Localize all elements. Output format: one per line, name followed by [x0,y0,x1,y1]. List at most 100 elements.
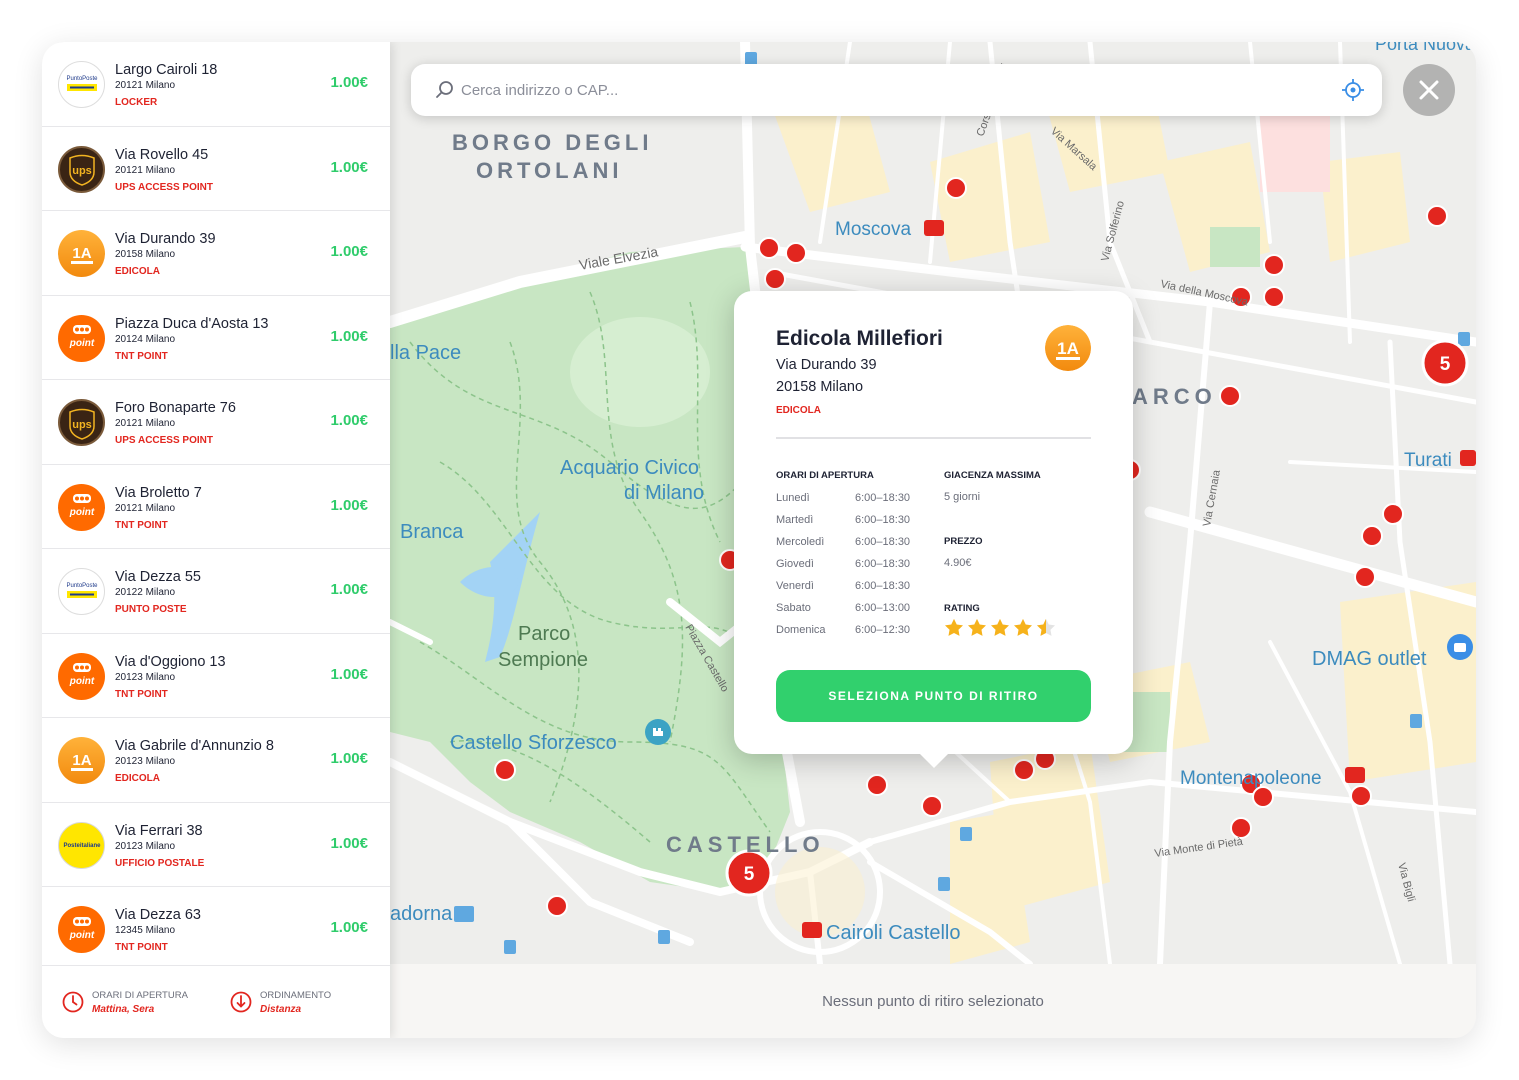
poste-logo: PuntoPoste [58,568,105,615]
storage-heading: GIACENZA MASSIMA [944,470,1041,481]
tnt-logo: point [58,652,105,700]
list-item[interactable]: PuntoPoste Via Dezza 55 20122 Milano PUNTO … [42,549,390,634]
svg-text:point: point [68,930,94,941]
item-price: 1.00€ [330,243,368,260]
hours-value: 6:00–18:30 [855,558,911,570]
pickup-points-list: PuntoPoste Largo Cairoli 18 20121 Milano LO… [42,42,390,1038]
selection-status-bar: Nessun punto di ritiro selezionato [390,964,1476,1038]
item-price: 1.00€ [330,919,368,936]
svg-text:Porta Nuova: Porta Nuova [1375,42,1476,54]
svg-text:ups: ups [72,165,92,177]
sort-label: ORDINAMENTO [260,990,332,1001]
list-item[interactable]: point Via Broletto 7 20121 Milano TNT POINT… [42,465,390,549]
item-type: UPS ACCESS POINT [115,435,213,446]
tnt-logo: point [58,906,105,953]
pickup-point-picker: 5 5 BORGO DEGLI ORTOLANI Moscova Viale E… [42,42,1476,1038]
cluster-marker[interactable]: 5 [1421,339,1469,387]
item-type: TNT POINT [115,942,168,953]
list-item[interactable]: point Piazza Duca d'Aosta 13 20124 Milano T… [42,296,390,380]
item-price: 1.00€ [330,834,368,852]
search-bar [411,64,1382,116]
item-address: Via d'Oggiono 13 [115,653,226,670]
poste-logo: PuntoPoste [58,61,105,108]
list-item[interactable]: 1A Via Durando 39 20158 Milano EDICOLA 1.00€ [42,211,390,296]
item-city: 20158 Milano [115,249,176,260]
list-item[interactable]: 1A Via Gabrile d'Annunzio 8 20123 Milano ED… [42,718,390,803]
svg-text:ups: ups [72,419,92,431]
item-city: 20123 Milano [115,840,176,852]
svg-text:Sempione: Sempione [498,649,588,671]
list-item[interactable]: Posteitaliane Via Ferrari 38 20123 Milano U… [42,803,390,887]
popup-address: Via Durando 39 [776,357,877,373]
day-label: Martedì [776,514,814,526]
item-city: 20122 Milano [115,587,176,598]
select-pickup-point-button[interactable]: SELEZIONA PUNTO DI RITIRO [776,670,1091,722]
search-input[interactable] [461,76,1321,104]
edicola-logo: 1A [58,230,105,277]
filter-value: Mattina, Sera [92,1004,155,1015]
svg-text:Turati: Turati [1404,450,1452,471]
list-footer: ORARI DI APERTURA Mattina, Sera ORDINAME… [42,965,390,1038]
item-address: Largo Cairoli 18 [115,62,218,78]
item-city: 20121 Milano [115,164,176,176]
svg-text:PuntoPoste: PuntoPoste [66,583,98,589]
svg-text:5: 5 [1440,354,1451,375]
item-type: UFFICIO POSTALE [115,857,205,869]
ups-logo: ups [58,145,105,193]
svg-text:DMAG outlet: DMAG outlet [1312,648,1427,670]
list-item[interactable]: ups Foro Bonaparte 76 20121 Milano UPS ACCE… [42,380,390,465]
ups-logo: ups [58,399,105,446]
svg-text:ARCO: ARCO [1132,384,1217,409]
castle-pin-icon [645,719,671,745]
svg-text:1A: 1A [72,752,91,769]
item-type: LOCKER [115,97,158,108]
filter-label: ORARI DI APERTURA [92,990,188,1001]
item-address: Piazza Duca d'Aosta 13 [115,315,269,332]
list-item[interactable]: PuntoPoste Largo Cairoli 18 20121 Milano LO… [42,42,390,127]
item-city: 12345 Milano [115,925,176,936]
day-label: Domenica [776,624,826,636]
rating-stars [944,618,1056,637]
day-label: Venerdì [776,580,814,592]
list-item[interactable]: point Via Dezza 63 12345 Milano TNT POINT 1.… [42,887,390,972]
item-city: 20121 Milano [115,80,176,91]
svg-text:CASTELLO: CASTELLO [666,832,825,857]
tnt-logo: point [58,314,105,362]
item-city: 20121 Milano [115,502,176,514]
popup-type: EDICOLA [776,405,821,416]
hours-value: 6:00–18:30 [855,514,911,526]
item-type: EDICOLA [115,266,160,277]
svg-text:1A: 1A [72,245,91,262]
svg-text:lla Pace: lla Pace [390,342,461,364]
price-heading: PREZZO [944,536,983,547]
close-icon [1419,80,1439,100]
svg-text:adorna: adorna [390,903,453,925]
star-icon [967,618,987,636]
star-icon [1013,618,1033,636]
selection-status: Nessun punto di ritiro selezionato [822,992,1044,1010]
item-address: Via Gabrile d'Annunzio 8 [115,738,274,754]
day-label: Sabato [776,602,811,614]
edicola-logo: 1A [1045,325,1091,371]
svg-text:1A: 1A [1057,339,1079,358]
svg-text:di Milano: di Milano [624,482,704,504]
item-price: 1.00€ [330,496,368,514]
svg-text:Cairoli Castello: Cairoli Castello [826,922,961,944]
sort-down-icon [230,991,252,1013]
close-button[interactable] [1403,64,1455,116]
svg-text:Parco: Parco [518,623,570,645]
hours-value: 6:00–18:30 [855,536,911,548]
storage-value: 5 giorni [944,491,981,503]
pickup-point-details-popup: Edicola Millefiori Via Durando 39 20158 … [734,291,1133,768]
edicola-logo: 1A [58,737,105,784]
cluster-marker[interactable]: 5 [725,849,773,897]
half-star-icon [1036,618,1056,636]
locate-me-icon[interactable] [1342,79,1364,101]
list-item[interactable]: ups Via Rovello 45 20121 Milano UPS ACCESS … [42,127,390,211]
hours-value: 6:00–18:30 [855,492,911,504]
list-item[interactable]: point Via d'Oggiono 13 20123 Milano TNT POI… [42,634,390,718]
item-price: 1.00€ [330,412,368,429]
item-type: TNT POINT [115,350,168,362]
item-address: Via Dezza 63 [115,907,201,923]
svg-text:Moscova: Moscova [835,219,911,240]
